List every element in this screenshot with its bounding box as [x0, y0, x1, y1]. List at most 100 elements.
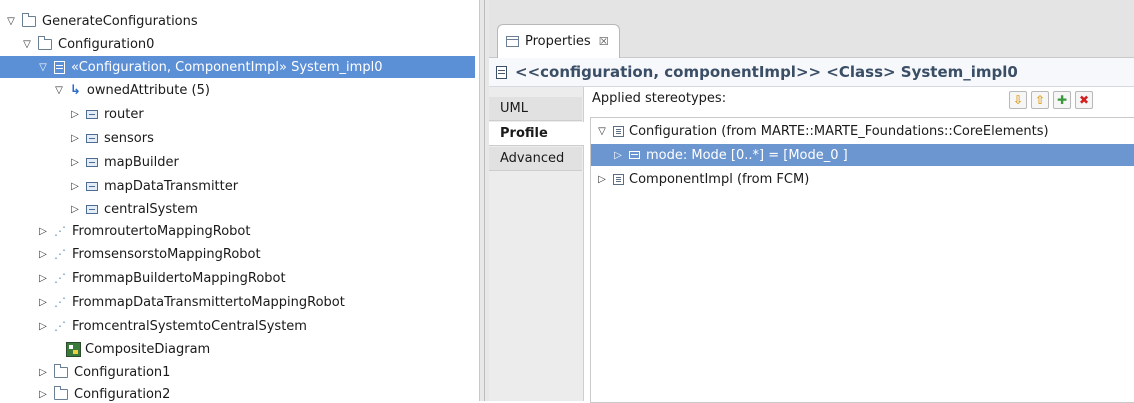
tab-advanced[interactable]: Advanced: [489, 147, 582, 171]
tree-item-label: FromsensorstoMappingRobot: [72, 246, 261, 262]
applied-stereotypes-tree: ▽ Configuration (from MARTE::MARTE_Found…: [590, 117, 1134, 403]
connector-icon: ⋰: [54, 224, 66, 238]
tree-item-label: mapBuilder: [104, 154, 179, 170]
tab-profile[interactable]: Profile: [489, 122, 584, 146]
class-icon: [496, 65, 507, 79]
connector-icon: ⋰: [54, 295, 66, 309]
tree-item-configuration1[interactable]: ▷ Configuration1: [36, 361, 170, 383]
tree-item-central-system[interactable]: ▷ centralSystem: [68, 198, 198, 220]
tree-item-system-impl0[interactable]: ▽ «Configuration, ComponentImpl» System_…: [0, 56, 475, 78]
property-icon: [629, 151, 640, 159]
connector-icon: ⋰: [54, 271, 66, 285]
properties-title: <<configuration, componentImpl>> <Class>…: [489, 58, 1134, 87]
expand-toggle-icon[interactable]: ▽: [52, 85, 66, 96]
tree-item-label: mapDataTransmitter: [104, 178, 239, 194]
tree-item-label: Configuration2: [74, 386, 171, 402]
model-explorer-tree: ▽ GenerateConfigurations ▽ Configuration…: [0, 0, 479, 401]
tree-item-label: GenerateConfigurations: [42, 13, 198, 29]
tree-item-label: ownedAttribute (5): [86, 82, 210, 98]
tree-item-label: centralSystem: [104, 201, 198, 217]
expand-toggle-icon[interactable]: ▷: [36, 367, 50, 378]
expand-toggle-icon[interactable]: ▽: [4, 16, 18, 27]
tree-item-label: FrommapDataTransmittertoMappingRobot: [72, 294, 345, 310]
applied-stereotypes-label: Applied stereotypes:: [592, 91, 727, 106]
tree-item-connector[interactable]: ▷ ⋰ FromsensorstoMappingRobot: [36, 243, 261, 265]
tree-item-label: Configuration1: [74, 364, 171, 380]
properties-title-text: <<configuration, componentImpl>> <Class>…: [515, 63, 1018, 81]
property-icon: [86, 204, 98, 214]
tree-item-label: CompositeDiagram: [85, 341, 211, 357]
tree-item-generate-configurations[interactable]: ▽ GenerateConfigurations: [4, 10, 198, 32]
property-icon: [86, 133, 98, 143]
folder-icon: [22, 12, 36, 27]
tree-item-label: FrommapBuildertoMappingRobot: [72, 270, 286, 286]
expand-toggle-icon[interactable]: ▽: [595, 126, 609, 137]
add-stereotype-button[interactable]: ✚: [1053, 91, 1071, 109]
expand-toggle-icon[interactable]: ▽: [20, 39, 34, 50]
stereotype-item-configuration[interactable]: ▽ Configuration (from MARTE::MARTE_Found…: [591, 120, 1134, 142]
tree-item-label: FromroutertoMappingRobot: [72, 223, 251, 239]
stereotype-property-mode[interactable]: ▷ mode: Mode [0..*] = [Mode_0 ]: [591, 144, 1134, 166]
expand-toggle-icon[interactable]: ▷: [68, 133, 82, 144]
properties-side-tabs: UML Profile Advanced: [489, 87, 584, 401]
stereotype-property-label: mode: Mode [0..*] = [Mode_0 ]: [646, 147, 848, 163]
tree-item-composite-diagram[interactable]: CompositeDiagram: [52, 338, 210, 360]
profile-tab-content: Applied stereotypes: ⇩ ⇧ ✚ ✖ ▽ Configura…: [584, 87, 1134, 403]
expand-toggle-icon[interactable]: ▷: [36, 226, 50, 237]
expand-toggle-icon[interactable]: ▽: [36, 62, 50, 73]
expand-toggle-icon[interactable]: ▷: [595, 174, 609, 185]
tree-item-label: FromcentralSystemtoCentralSystem: [72, 318, 307, 334]
connector-icon: ⋰: [54, 247, 66, 261]
expand-toggle-icon[interactable]: ▷: [611, 150, 625, 161]
stereotype-icon: [613, 173, 624, 185]
tree-item-label: sensors: [104, 130, 154, 146]
properties-view-icon: [506, 36, 519, 47]
tree-item-sensors[interactable]: ▷ sensors: [68, 127, 154, 149]
expand-toggle-icon[interactable]: ▷: [68, 157, 82, 168]
properties-view: Properties ☒ <<configuration, componentI…: [489, 0, 1134, 403]
tree-item-label: «Configuration, ComponentImpl» System_im…: [71, 59, 383, 75]
tree-item-map-builder[interactable]: ▷ mapBuilder: [68, 151, 179, 173]
stereotype-label: Configuration (from MARTE::MARTE_Foundat…: [629, 123, 1049, 139]
pane-splitter[interactable]: [479, 0, 489, 401]
expand-toggle-icon[interactable]: ▷: [36, 321, 50, 332]
expand-toggle-icon[interactable]: ▷: [36, 297, 50, 308]
tree-item-router[interactable]: ▷ router: [68, 103, 144, 125]
property-icon: [86, 157, 98, 167]
tree-item-map-data-transmitter[interactable]: ▷ mapDataTransmitter: [68, 175, 238, 197]
close-icon[interactable]: ☒: [599, 35, 609, 48]
stereotype-label: ComponentImpl (from FCM): [629, 171, 810, 187]
properties-tab[interactable]: Properties ☒: [497, 24, 620, 58]
move-up-button[interactable]: ⇧: [1031, 91, 1049, 109]
expand-toggle-icon[interactable]: ▷: [68, 204, 82, 215]
composite-diagram-icon: [66, 341, 81, 357]
stereotype-item-componentimpl[interactable]: ▷ ComponentImpl (from FCM): [591, 168, 1134, 190]
tree-item-configuration0[interactable]: ▽ Configuration0: [20, 33, 154, 55]
property-icon: [86, 181, 98, 191]
properties-tab-label: Properties: [525, 34, 591, 49]
tree-item-connector[interactable]: ▷ ⋰ FrommapDataTransmittertoMappingRobot: [36, 291, 345, 313]
tree-item-configuration2[interactable]: ▷ Configuration2: [36, 383, 170, 401]
tree-item-connector[interactable]: ▷ ⋰ FromroutertoMappingRobot: [36, 220, 250, 242]
tab-uml[interactable]: UML: [489, 97, 582, 121]
tree-item-label: router: [104, 106, 144, 122]
tree-item-connector[interactable]: ▷ ⋰ FromcentralSystemtoCentralSystem: [36, 315, 307, 337]
expand-toggle-icon[interactable]: ▷: [68, 181, 82, 192]
folder-icon: [38, 35, 52, 50]
view-tab-bar: Properties ☒: [489, 0, 1134, 58]
connector-icon: ⋰: [54, 319, 66, 333]
folder-icon: [54, 363, 68, 378]
expand-toggle-icon[interactable]: ▷: [68, 109, 82, 120]
move-down-button[interactable]: ⇩: [1009, 91, 1027, 109]
expand-toggle-icon[interactable]: ▷: [36, 273, 50, 284]
expand-toggle-icon[interactable]: ▷: [36, 389, 50, 400]
property-icon: [86, 109, 98, 119]
tree-item-connector[interactable]: ▷ ⋰ FrommapBuildertoMappingRobot: [36, 267, 286, 289]
stereotype-icon: [613, 125, 624, 137]
remove-stereotype-button[interactable]: ✖: [1075, 91, 1093, 109]
owned-attribute-icon: ↳: [70, 82, 81, 98]
tree-item-owned-attribute[interactable]: ▽ ↳ ownedAttribute (5): [52, 79, 210, 101]
class-icon: [54, 60, 65, 74]
tree-item-label: Configuration0: [58, 36, 155, 52]
expand-toggle-icon[interactable]: ▷: [36, 249, 50, 260]
